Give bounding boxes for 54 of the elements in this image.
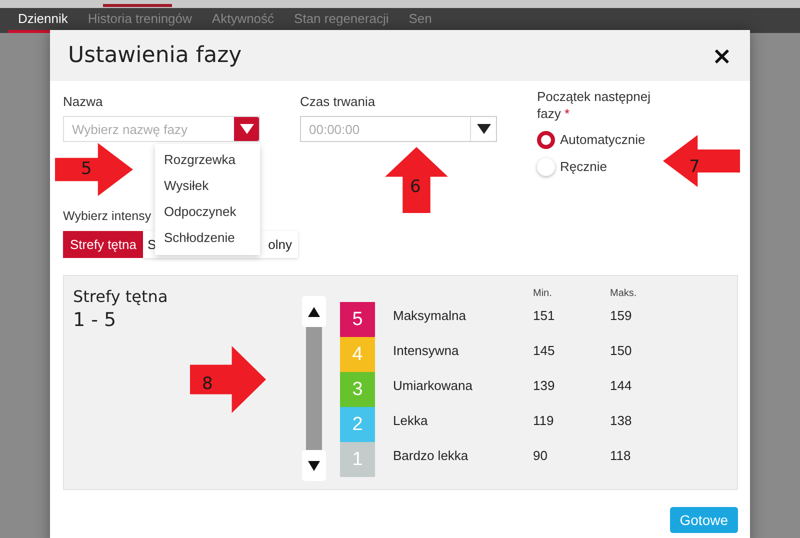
up-arrow-button[interactable] — [302, 296, 326, 327]
table-cell-text: 119 — [533, 412, 555, 430]
zone-number: 2 — [340, 407, 375, 442]
dialog-title: Ustawienia fazy — [68, 43, 242, 68]
name-input[interactable]: Wybierz nazwę fazy — [64, 117, 234, 141]
table-cell-text: 138 — [610, 412, 633, 430]
duration-input[interactable]: 00:00:00 — [301, 117, 470, 141]
column-header: Maks. — [610, 288, 638, 301]
tab[interactable]: Strefy tętna — [63, 231, 144, 258]
down-arrow-icon — [308, 460, 320, 470]
zone-name: Intensywna — [392, 342, 460, 360]
table-cell-text: 118 — [610, 446, 632, 464]
zone-name: Bardzo lekka — [392, 446, 470, 464]
menu-item[interactable]: Rozgrzewka — [155, 147, 260, 173]
down-arrow-button[interactable] — [302, 450, 326, 481]
close-button[interactable]: × — [708, 42, 736, 70]
field-label: Wybierz intensy — [63, 209, 152, 223]
tab-indicator — [103, 4, 172, 7]
panel-title: Strefy tętna — [73, 287, 169, 307]
duration-field[interactable]: 00:00:00 — [300, 116, 497, 142]
step-number: 6 — [410, 177, 421, 197]
name-dropdown[interactable]: Wybierz nazwę fazy — [63, 116, 260, 142]
radio-label: Automatycznie — [560, 132, 646, 147]
zone-number: 3 — [340, 372, 375, 407]
zone-name: Umiarkowana — [392, 376, 474, 394]
field-label: Nazwa — [63, 94, 104, 109]
field-label: Początek następnej fazy * — [537, 88, 652, 122]
scroll-track[interactable] — [306, 327, 322, 450]
radio-button[interactable] — [537, 158, 555, 176]
step-number: 8 — [202, 374, 213, 394]
table-cell-text: 145 — [533, 342, 556, 360]
table-cell-text: 159 — [610, 306, 633, 324]
zone-number: 4 — [340, 337, 375, 372]
radio-button[interactable] — [537, 130, 555, 148]
arrow-drawing — [385, 147, 448, 213]
menu-item[interactable]: Wysiłek — [155, 173, 260, 199]
zone-range: 1 - 5 — [73, 308, 118, 333]
table-cell-text: 151 — [533, 306, 556, 324]
radio-label: Ręcznie — [560, 159, 607, 174]
up-arrow-icon — [308, 306, 320, 316]
column-header: Min. — [533, 288, 553, 301]
step-number: 7 — [689, 157, 700, 177]
menu-item[interactable]: Odpoczynek — [155, 199, 260, 225]
field-label: Czas trwania — [300, 94, 376, 109]
step-number: 5 — [81, 159, 92, 179]
zone-name: Lekka — [392, 412, 429, 430]
table-cell-text: 150 — [610, 342, 633, 360]
table-cell-text: 144 — [610, 376, 633, 394]
zone-name: Maksymalna — [392, 306, 467, 325]
zone-number: 5 — [340, 302, 375, 337]
table-cell-text: 90 — [533, 446, 548, 464]
menu-item[interactable]: Schłodzenie — [155, 225, 260, 251]
zone-number: 1 — [340, 442, 375, 477]
table-cell-text: 139 — [533, 376, 556, 394]
